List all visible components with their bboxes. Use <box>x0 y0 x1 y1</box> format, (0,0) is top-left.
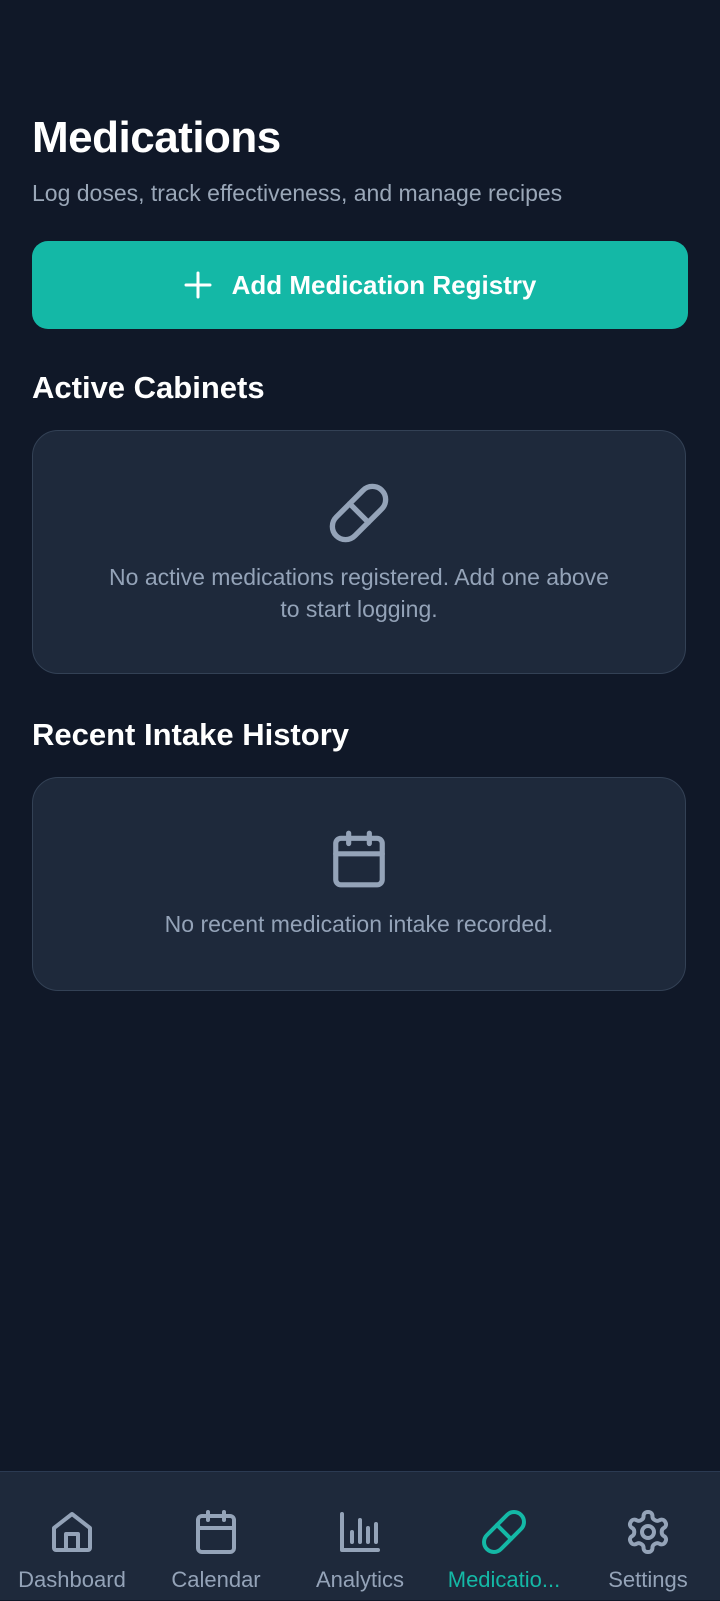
nav-label-dashboard: Dashboard <box>18 1567 126 1592</box>
nav-label-calendar: Calendar <box>171 1567 261 1592</box>
nav-label-medications: Medicatio... <box>447 1567 561 1592</box>
add-medication-registry-label: Add Medication Registry <box>231 269 537 300</box>
nav-item-settings[interactable]: Settings <box>576 1472 720 1601</box>
plus-icon <box>184 271 212 299</box>
gear-icon <box>628 1510 668 1554</box>
nav-item-medications[interactable]: Medicatio... <box>432 1472 576 1601</box>
pill-icon <box>329 483 389 543</box>
add-medication-registry-button[interactable]: Add Medication Registry <box>32 241 688 329</box>
nav-item-calendar[interactable]: Calendar <box>144 1472 288 1601</box>
active-cabinets-heading: Active Cabinets <box>32 370 265 405</box>
nav-item-dashboard[interactable]: Dashboard <box>0 1472 144 1601</box>
calendar-icon <box>333 830 385 888</box>
recent-intake-history-heading: Recent Intake History <box>32 717 349 752</box>
recent-intake-empty-message: No recent medication intake recorded. <box>164 911 554 937</box>
active-cabinets-empty-message: No active medications registered. Add on… <box>109 564 609 622</box>
page-subtitle: Log doses, track effectiveness, and mana… <box>32 180 563 206</box>
bar-chart-icon <box>340 1512 380 1552</box>
pill-icon <box>482 1510 526 1554</box>
nav-item-analytics[interactable]: Analytics <box>288 1472 432 1601</box>
recent-intake-empty-card: No recent medication intake recorded. <box>32 777 686 991</box>
calendar-icon <box>196 1510 236 1554</box>
nav-label-settings: Settings <box>608 1567 688 1592</box>
home-icon <box>52 1512 92 1552</box>
active-cabinets-empty-card: No active medications registered. Add on… <box>32 430 686 674</box>
bottom-navigation: Dashboard Calendar Analytics Medicatio..… <box>0 1471 720 1600</box>
nav-label-analytics: Analytics <box>315 1567 405 1592</box>
page-title: Medications <box>32 113 281 162</box>
